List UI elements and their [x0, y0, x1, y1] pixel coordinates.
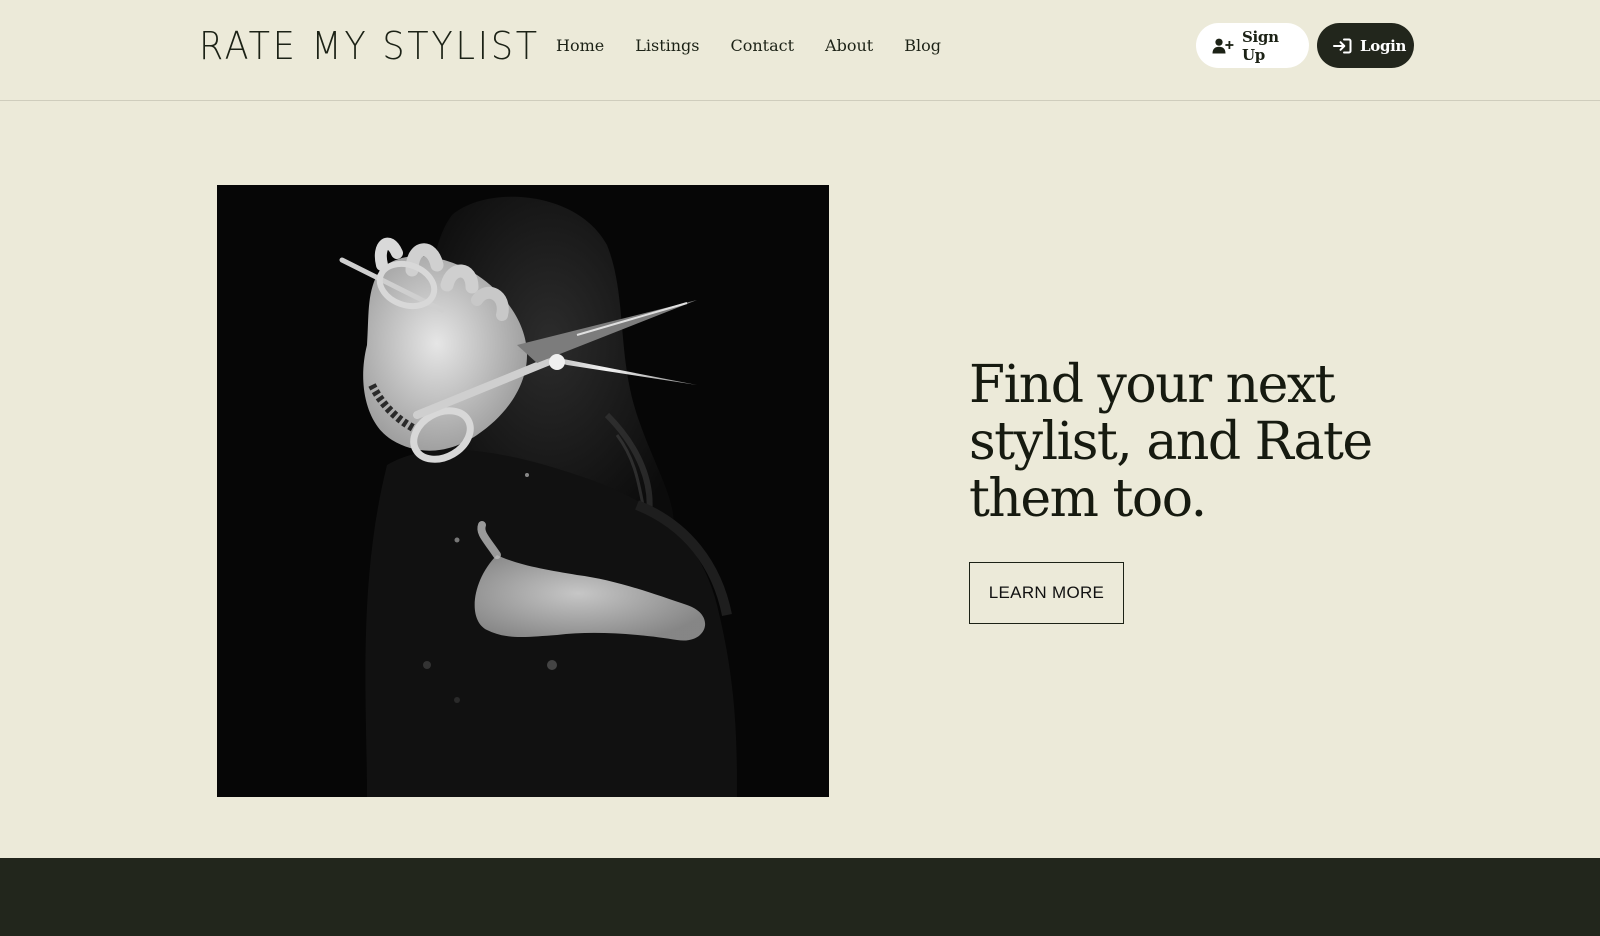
login-button[interactable]: Login [1317, 23, 1414, 68]
nav-home[interactable]: Home [556, 34, 604, 58]
site-logo[interactable]: RATE MY STYLIST [199, 22, 540, 70]
hero-headline: Find your next stylist, and Rate them to… [969, 355, 1373, 529]
login-label: Login [1360, 36, 1407, 55]
nav-about[interactable]: About [825, 34, 873, 58]
footer-band [0, 858, 1600, 936]
site-header: RATE MY STYLIST Home Listings Contact Ab… [0, 0, 1600, 101]
user-plus-icon [1212, 38, 1234, 53]
stylist-photo [217, 185, 829, 797]
nav-blog[interactable]: Blog [904, 34, 941, 58]
signup-label: Sign Up [1242, 27, 1279, 64]
hero-image [217, 185, 829, 797]
nav-contact[interactable]: Contact [731, 34, 795, 58]
sign-in-icon [1333, 38, 1352, 53]
nav-listings[interactable]: Listings [635, 34, 699, 58]
learn-more-button[interactable]: LEARN MORE [969, 562, 1124, 624]
main-nav: Home Listings Contact About Blog [556, 34, 941, 58]
signup-button[interactable]: Sign Up [1196, 23, 1309, 68]
